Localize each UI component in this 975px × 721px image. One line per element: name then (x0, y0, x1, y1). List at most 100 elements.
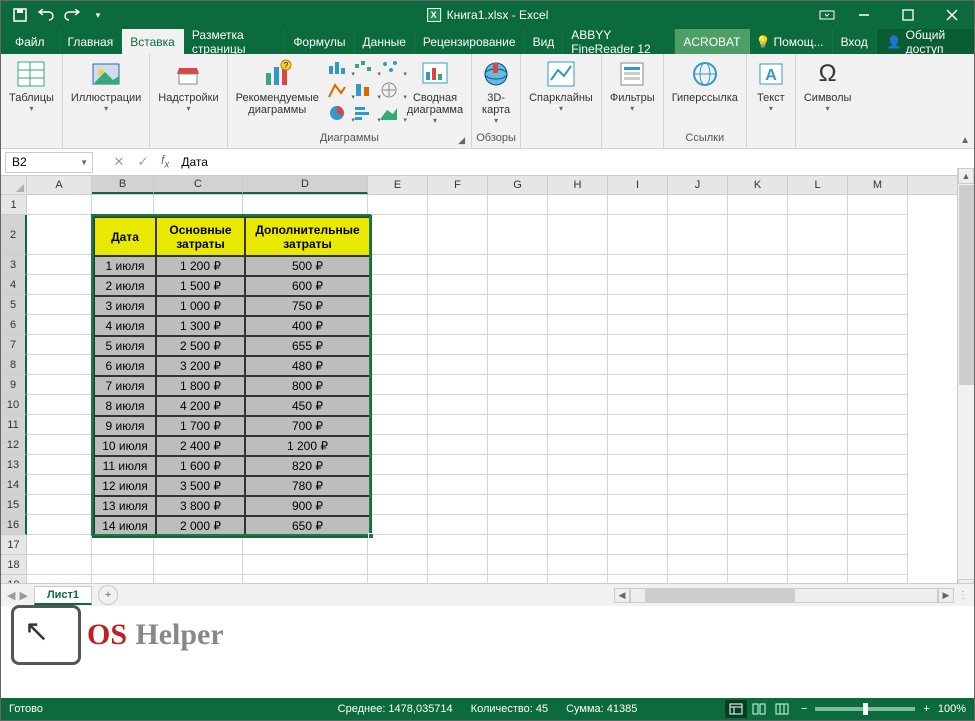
cell[interactable] (428, 395, 488, 415)
row-header[interactable]: 4 (1, 275, 27, 295)
cell[interactable] (92, 535, 154, 555)
cell[interactable] (668, 495, 728, 515)
col-header-K[interactable]: K (728, 176, 788, 194)
tab-вставка[interactable]: Вставка (122, 29, 184, 54)
table-cell[interactable]: 650 ₽ (245, 516, 370, 536)
vscroll-thumb[interactable] (959, 185, 974, 385)
cell[interactable] (788, 335, 848, 355)
cell[interactable] (428, 335, 488, 355)
cell[interactable] (668, 295, 728, 315)
cell[interactable] (154, 575, 243, 583)
cell[interactable] (548, 355, 608, 375)
horizontal-scrollbar[interactable]: ◀ ▶ (614, 587, 954, 603)
tab-acrobat[interactable]: ACROBAT (675, 29, 749, 54)
cell[interactable] (848, 455, 908, 475)
row-header[interactable]: 2 (1, 215, 27, 255)
cell[interactable] (848, 335, 908, 355)
tables-button[interactable]: Таблицы▾ (5, 56, 58, 115)
cell[interactable] (728, 535, 788, 555)
cell[interactable] (728, 335, 788, 355)
cell[interactable] (788, 455, 848, 475)
cell[interactable] (548, 555, 608, 575)
cell[interactable] (548, 335, 608, 355)
tab-file[interactable]: Файл (1, 29, 60, 54)
hyperlink-button[interactable]: Гиперссылка (668, 56, 742, 106)
col-header-C[interactable]: C (154, 176, 243, 194)
scroll-right-icon[interactable]: ▶ (938, 588, 954, 603)
cell[interactable] (27, 415, 92, 435)
close-button[interactable] (930, 1, 974, 29)
chevron-down-icon[interactable]: ▼ (80, 158, 88, 167)
table-cell[interactable]: 3 июля (94, 296, 156, 316)
cell[interactable] (668, 435, 728, 455)
cell[interactable] (27, 555, 92, 575)
cell[interactable] (668, 375, 728, 395)
row-header[interactable]: 1 (1, 195, 27, 215)
table-cell[interactable]: 8 июля (94, 396, 156, 416)
cell[interactable] (608, 395, 668, 415)
cell[interactable] (548, 495, 608, 515)
col-header-M[interactable]: M (848, 176, 908, 194)
cell[interactable] (668, 315, 728, 335)
cell[interactable] (848, 315, 908, 335)
cell[interactable] (668, 535, 728, 555)
cell[interactable] (728, 315, 788, 335)
cell[interactable] (488, 255, 548, 275)
table-cell[interactable]: 655 ₽ (245, 336, 370, 356)
cell[interactable] (243, 575, 368, 583)
cell[interactable] (368, 435, 428, 455)
zoom-in-button[interactable]: + (923, 703, 929, 715)
hscroll-thumb[interactable] (645, 589, 795, 602)
tab-abbyy-finereader-12[interactable]: ABBYY FineReader 12 (563, 29, 675, 54)
table-cell[interactable]: 12 июля (94, 476, 156, 496)
cell[interactable] (548, 535, 608, 555)
cell[interactable] (548, 415, 608, 435)
cell[interactable] (488, 335, 548, 355)
cell[interactable] (488, 555, 548, 575)
row-header[interactable]: 16 (1, 515, 27, 535)
row-header[interactable]: 12 (1, 435, 27, 455)
cell[interactable] (243, 535, 368, 555)
row-header[interactable]: 10 (1, 395, 27, 415)
row-header[interactable]: 8 (1, 355, 27, 375)
table-cell[interactable]: 450 ₽ (245, 396, 370, 416)
table-cell[interactable]: 820 ₽ (245, 456, 370, 476)
table-cell[interactable]: 11 июля (94, 456, 156, 476)
cell[interactable] (428, 355, 488, 375)
cell[interactable] (27, 355, 92, 375)
cell[interactable] (668, 455, 728, 475)
cell[interactable] (548, 195, 608, 215)
cell[interactable] (788, 215, 848, 255)
row-header[interactable]: 13 (1, 455, 27, 475)
table-cell[interactable]: 400 ₽ (245, 316, 370, 336)
cell[interactable] (668, 335, 728, 355)
cell[interactable] (368, 395, 428, 415)
cell[interactable] (728, 255, 788, 275)
cell[interactable] (154, 195, 243, 215)
cell[interactable] (608, 555, 668, 575)
cell[interactable] (428, 195, 488, 215)
table-cell[interactable]: 2 500 ₽ (156, 336, 245, 356)
col-header-A[interactable]: A (27, 176, 92, 194)
cell[interactable] (428, 495, 488, 515)
cell[interactable] (848, 535, 908, 555)
table-cell[interactable]: 1 300 ₽ (156, 316, 245, 336)
cell[interactable] (728, 555, 788, 575)
cell[interactable] (728, 495, 788, 515)
cell[interactable] (27, 515, 92, 535)
cell[interactable] (428, 315, 488, 335)
enter-formula-icon[interactable]: ✓ (131, 154, 155, 170)
cell[interactable] (488, 475, 548, 495)
cell[interactable] (608, 355, 668, 375)
table-cell[interactable]: 7 июля (94, 376, 156, 396)
col-header-F[interactable]: F (428, 176, 488, 194)
cell[interactable] (428, 215, 488, 255)
cell[interactable] (548, 475, 608, 495)
page-break-view-icon[interactable] (771, 700, 793, 718)
cell[interactable] (368, 215, 428, 255)
sheet-prev-icon[interactable]: ◀ (7, 589, 15, 602)
page-layout-view-icon[interactable] (748, 700, 770, 718)
cell[interactable] (608, 195, 668, 215)
cell[interactable] (488, 395, 548, 415)
table-cell[interactable]: 1 000 ₽ (156, 296, 245, 316)
